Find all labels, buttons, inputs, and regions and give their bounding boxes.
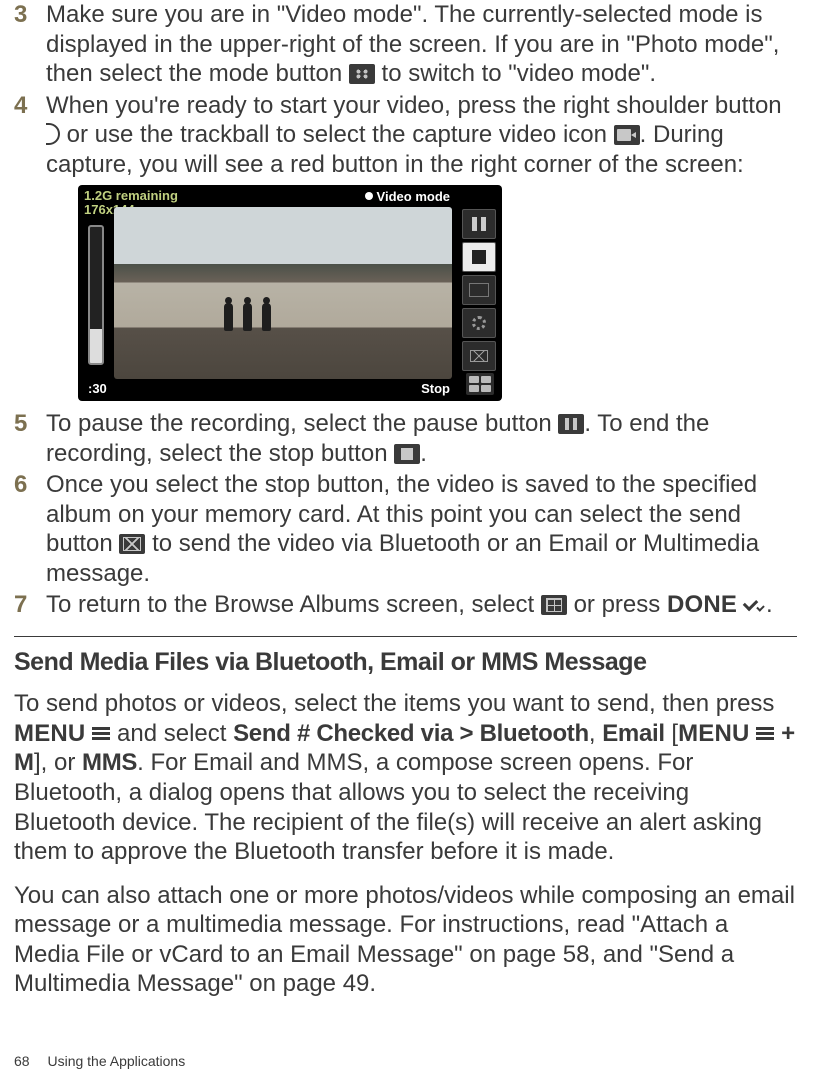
pause-icon (558, 414, 584, 434)
done-key-label: DONE (667, 591, 744, 618)
mode-indicator: Video mode (365, 189, 450, 205)
section-heading: Send Media Files via Bluetooth, Email or… (14, 647, 797, 678)
footer-section: Using the Applications (47, 1053, 185, 1069)
step-number: 5 (14, 409, 46, 468)
stop-button[interactable] (462, 242, 496, 272)
step-4: 4 When you're ready to start your video,… (14, 91, 797, 408)
step-5: 5 To pause the recording, select the pau… (14, 409, 797, 468)
step-text: To return to the Browse Albums screen, s… (46, 590, 797, 620)
step-6: 6 Once you select the stop button, the v… (14, 470, 797, 588)
timer-label: :30 (88, 381, 107, 397)
pause-button[interactable] (462, 209, 496, 239)
grid-button[interactable] (466, 373, 494, 395)
step-number: 3 (14, 0, 46, 89)
paragraph-send-instructions: To send photos or videos, select the ite… (14, 689, 797, 866)
mode-button-icon (349, 64, 375, 84)
step-number: 7 (14, 590, 46, 620)
settings-button[interactable] (462, 308, 496, 338)
browse-grid-icon (541, 595, 567, 615)
shoulder-button-icon (46, 123, 60, 145)
stop-label: Stop (421, 381, 450, 397)
step-text: Make sure you are in "Video mode". The c… (46, 0, 797, 89)
send-icon (119, 534, 145, 554)
camera-screenshot: 1.2G remaining 176x144 Video mode (78, 185, 502, 401)
step-text: To pause the recording, select the pause… (46, 409, 797, 468)
record-button[interactable] (462, 275, 496, 305)
step-number: 4 (14, 91, 46, 408)
page-number: 68 (14, 1053, 30, 1069)
instruction-steps: 3 Make sure you are in "Video mode". The… (14, 0, 797, 620)
divider (14, 636, 797, 637)
camera-sidebar (462, 209, 496, 371)
done-check-icon (744, 595, 766, 613)
capture-video-icon (614, 125, 640, 145)
step-3: 3 Make sure you are in "Video mode". The… (14, 0, 797, 89)
step-text: When you're ready to start your video, p… (46, 91, 797, 408)
record-dot-icon (365, 192, 373, 200)
menu-icon (92, 726, 110, 740)
stop-icon (394, 444, 420, 464)
menu-icon (756, 726, 774, 740)
zoom-slider[interactable] (88, 225, 104, 365)
step-7: 7 To return to the Browse Albums screen,… (14, 590, 797, 620)
step-number: 6 (14, 470, 46, 588)
camera-viewport (114, 207, 452, 379)
page-footer: 68 Using the Applications (14, 1053, 185, 1070)
paragraph-attach-note: You can also attach one or more photos/v… (14, 881, 797, 999)
send-button[interactable] (462, 341, 496, 371)
step-text: Once you select the stop button, the vid… (46, 470, 797, 588)
